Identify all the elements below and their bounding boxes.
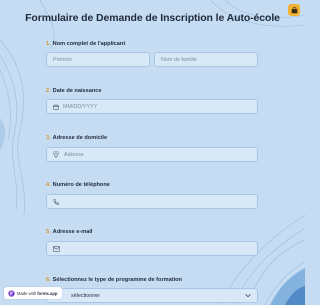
birthdate-input[interactable]: MM/DD/YYYY (46, 99, 258, 114)
email-input[interactable] (46, 241, 258, 256)
question-label-phone: 4. Numéro de téléphone (46, 182, 110, 188)
form-body: 1. Nom complet de l'applicant Prénom Nom … (0, 0, 305, 305)
phone-input[interactable] (46, 194, 258, 209)
phone-icon (52, 198, 60, 206)
location-pin-icon (52, 151, 60, 159)
last-name-input[interactable]: Nom de famille (154, 52, 258, 67)
chevron-down-icon (245, 293, 251, 300)
envelope-icon (52, 245, 60, 253)
question-label-program: 6. Sélectionnez le type de programme de f… (46, 277, 182, 283)
first-name-input[interactable]: Prénom (46, 52, 150, 67)
address-input[interactable]: Adresse (46, 147, 258, 162)
program-select[interactable]: sélectionner (46, 288, 258, 303)
question-label-email: 5. Adresse e-mail (46, 229, 93, 235)
forms-app-logo-icon (8, 289, 15, 297)
question-label-birthdate: 2. Date de naissance (46, 88, 102, 94)
question-label-name: 1. Nom complet de l'applicant (46, 41, 126, 47)
calendar-icon (52, 103, 60, 111)
badge-text: Made with forms.app (17, 290, 58, 296)
question-label-address: 3. Adresse de domicile (46, 135, 108, 141)
made-with-badge[interactable]: Made with forms.app (4, 287, 62, 299)
